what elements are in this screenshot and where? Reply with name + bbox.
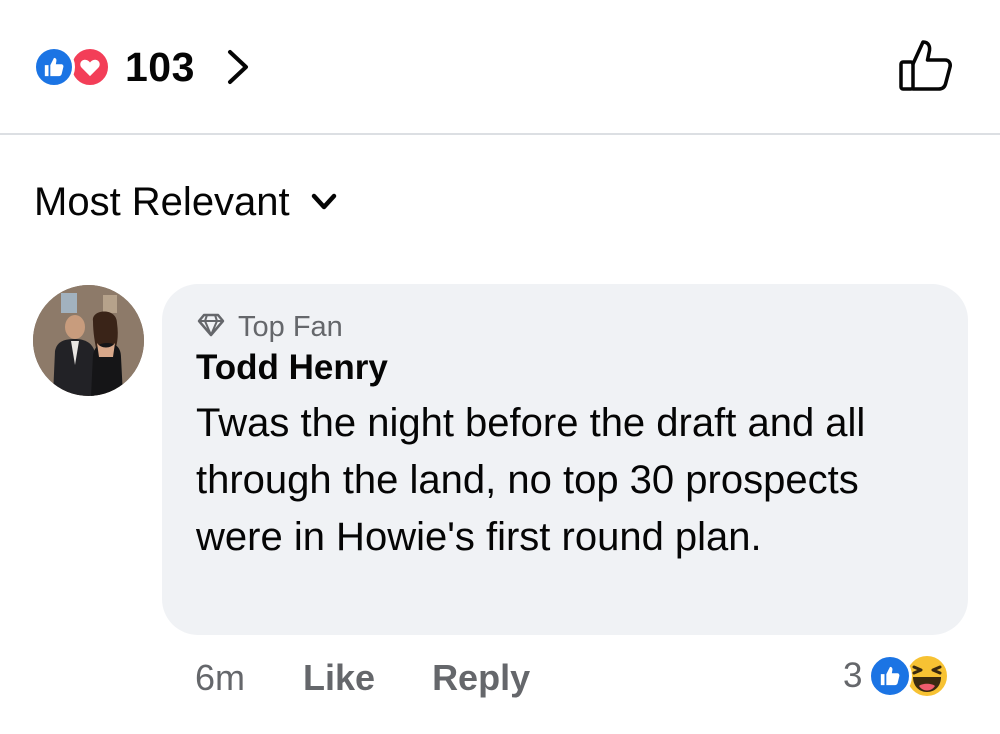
comment-sort-dropdown[interactable]: Most Relevant xyxy=(34,176,338,228)
comment-author[interactable]: Todd Henry xyxy=(196,348,388,388)
badge-label: Top Fan xyxy=(238,310,343,343)
reactions-summary[interactable]: 103 xyxy=(33,42,251,92)
thumbs-up-outline-icon[interactable] xyxy=(893,36,955,96)
comment-like-button[interactable]: Like xyxy=(303,657,375,699)
like-icon xyxy=(33,46,75,88)
comment-reply-button[interactable]: Reply xyxy=(432,657,530,699)
chevron-right-icon xyxy=(225,47,251,87)
diamond-icon xyxy=(196,313,226,342)
comment-text: Twas the night before the draft and all … xyxy=(196,401,866,559)
sort-label: Most Relevant xyxy=(34,179,290,224)
post-reactions-header: 103 xyxy=(0,0,1000,135)
comment-actions: 6m Like Reply xyxy=(195,654,530,702)
comment-reactions-summary[interactable]: 3 xyxy=(843,650,950,702)
comment-bubble: Top Fan Todd Henry Twas the night before… xyxy=(162,284,968,635)
reaction-count: 103 xyxy=(125,43,195,90)
top-fan-badge: Top Fan xyxy=(196,310,343,344)
love-icon xyxy=(69,46,111,88)
chevron-down-icon xyxy=(310,192,338,212)
comment-timestamp[interactable]: 6m xyxy=(195,657,245,699)
avatar[interactable] xyxy=(33,285,144,396)
comment-reaction-count: 3 xyxy=(843,656,863,695)
